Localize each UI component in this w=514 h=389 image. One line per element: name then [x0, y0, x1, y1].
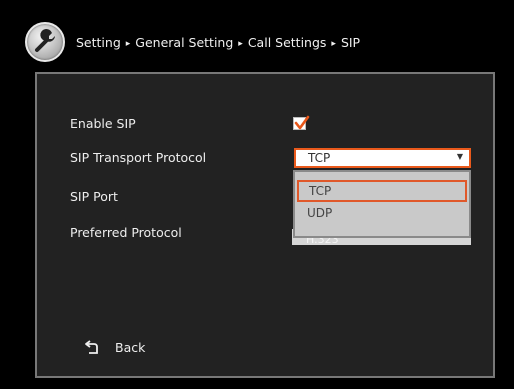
sip-transport-protocol-label: SIP Transport Protocol — [70, 150, 207, 165]
breadcrumb-separator-icon: ▸ — [125, 39, 131, 49]
enable-sip-checkbox[interactable] — [293, 115, 310, 130]
sip-port-label: SIP Port — [70, 189, 118, 204]
breadcrumb-item-setting[interactable]: Setting — [76, 35, 121, 50]
sip-transport-protocol-select[interactable]: TCP ▼ — [294, 148, 471, 168]
select-value: TCP — [308, 151, 331, 165]
breadcrumb-item-general-setting[interactable]: General Setting — [135, 35, 233, 50]
preferred-protocol-label: Preferred Protocol — [70, 225, 182, 240]
dropdown-option-tcp[interactable]: TCP — [297, 180, 467, 202]
header-bar: Setting ▸ General Setting ▸ Call Settings ▸ SI… — [0, 0, 514, 64]
checkmark-icon — [294, 115, 310, 130]
settings-panel: Enable SIP SIP Transport Protocol TCP ▼ … — [35, 72, 495, 378]
back-arrow-icon — [85, 340, 98, 354]
breadcrumb-separator-icon: ▸ — [331, 39, 336, 49]
transport-protocol-dropdown-list: TCP UDP — [293, 170, 471, 238]
breadcrumb: Setting ▸ General Setting ▸ Call Settings ▸ SI… — [76, 35, 360, 50]
enable-sip-label: Enable SIP — [70, 116, 136, 131]
dropdown-option-udp[interactable]: UDP — [295, 202, 469, 224]
settings-wrench-icon — [25, 22, 65, 62]
dropdown-arrow-icon: ▼ — [456, 152, 463, 161]
option-label: UDP — [307, 206, 333, 220]
back-label: Back — [115, 340, 146, 355]
breadcrumb-separator-icon: ▸ — [238, 39, 243, 49]
breadcrumb-item-sip: SIP — [340, 35, 361, 50]
breadcrumb-item-call-settings[interactable]: Call Settings — [248, 35, 327, 50]
option-label: TCP — [309, 184, 332, 198]
